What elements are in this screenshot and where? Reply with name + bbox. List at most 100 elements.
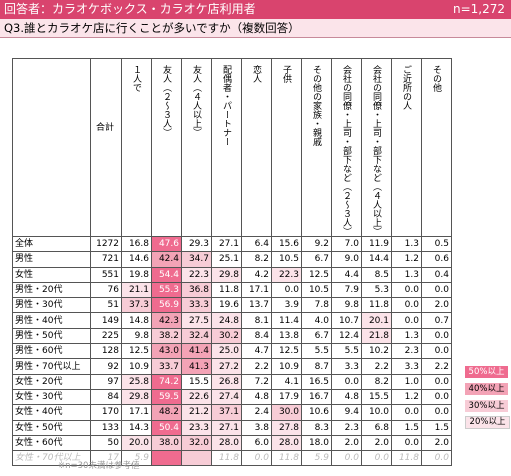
table-cell: 11.8: [211, 450, 242, 467]
table-cell: 3.8: [241, 419, 272, 436]
table-cell: 8.2: [361, 373, 392, 390]
table-cell: 149: [90, 312, 122, 329]
table-cell: 25.8: [121, 373, 152, 390]
table-cell: 22.6: [181, 388, 212, 406]
table-cell: 38.0: [151, 434, 182, 452]
table-cell: 15.5: [181, 373, 212, 390]
table-cell: 29.3: [181, 235, 212, 253]
row-label: 男性・50代: [12, 327, 91, 345]
table-cell: 30.0: [271, 404, 302, 421]
table-cell: 5.5: [301, 343, 332, 360]
table-cell: 0.0: [421, 373, 452, 390]
column-header: 会社の同僚・上司・部下など（２〜３人）: [331, 58, 362, 237]
table-cell: 22.3: [181, 266, 212, 283]
table-cell: 12.4: [331, 327, 362, 345]
table-cell: 5.9: [301, 450, 332, 467]
table-cell: 3.9: [271, 297, 302, 314]
column-header-label: その他: [431, 65, 441, 92]
table-row: 男性・20代 76 21.1 55.3 36.8 11.8 17.1 0.0 10.5 7.9 5.…: [12, 281, 452, 299]
table-cell: 128: [90, 343, 122, 360]
row-label: 男性・70代以上: [12, 358, 91, 375]
table-row: 女性・40代 170 17.1 48.2 21.2 37.1 2.4 30.0 10.6 9.4 1…: [12, 404, 452, 421]
table-cell: 14.4: [361, 251, 392, 268]
table-cell: 11.8: [271, 450, 302, 467]
table-cell: 0.6: [421, 251, 452, 268]
table-cell: 23.3: [181, 419, 212, 436]
row-label: 全体: [12, 235, 91, 253]
table-cell: 7.2: [241, 373, 272, 390]
table-row: 女性 551 19.8 54.4 22.3 29.8 4.2 22.3 12.5 4.4 8.5 1.…: [12, 266, 452, 283]
row-label: 女性: [12, 266, 91, 283]
table-cell: 1.0: [391, 373, 422, 390]
column-header: 会社の同僚・上司・部下など（４人以上）: [361, 58, 392, 237]
table-row: 女性・60代 50 20.0 38.0 32.0 28.0 6.0 28.0 18.0 2.0 2.…: [12, 434, 452, 452]
table-cell: 0.0: [421, 450, 452, 467]
table-cell: 0.0: [241, 450, 272, 467]
table-cell: 2.0: [361, 434, 392, 452]
table-cell: 0.0: [421, 343, 452, 360]
table-cell: 92: [90, 358, 122, 375]
legend-20: 20%以上: [465, 416, 510, 429]
table-cell: 4.1: [271, 373, 302, 390]
row-label: 男性: [12, 251, 91, 268]
table-cell: 17.1: [121, 404, 152, 421]
column-header-label: 配偶者・パートナー: [221, 65, 231, 146]
table-cell: 1272: [90, 235, 122, 253]
table-cell: 38.2: [151, 327, 182, 345]
table-cell: 0.0: [421, 404, 452, 421]
table-row: 男性・50代 225 9.8 38.2 32.4 30.2 8.4 13.8 6.7 12.4 21…: [12, 327, 452, 345]
table-cell: 22.3: [271, 266, 302, 283]
table-cell: 26.8: [211, 373, 242, 390]
corner-cell: [12, 58, 91, 237]
column-header-label: 会社の同僚・上司・部下など（４人以上）: [371, 65, 381, 236]
legend-50: 50%以上: [465, 366, 508, 378]
table-cell: 74.2: [151, 373, 182, 390]
table-cell: 84: [90, 388, 122, 406]
table-cell: 4.2: [241, 266, 272, 283]
table-cell: 10.5: [271, 251, 302, 268]
column-header: 友人（２〜３人）: [151, 58, 182, 237]
table-cell: 551: [90, 266, 122, 283]
table-cell: 42.3: [151, 312, 182, 329]
table-row: 男性・40代 149 14.8 42.3 27.5 24.8 8.1 11.4 4.0 10.7 2…: [12, 312, 452, 329]
table-cell: 48.2: [151, 404, 182, 421]
table-cell: 8.4: [241, 327, 272, 345]
table-cell: 13.8: [271, 327, 302, 345]
table-cell: 2.2: [361, 358, 392, 375]
table-row: 男性・60代 128 12.5 43.0 41.4 25.0 4.7 12.5 5.5 5.5 10…: [12, 343, 452, 360]
row-label: 男性・30代: [12, 297, 91, 314]
table-cell: 1.3: [391, 235, 422, 253]
table-cell: 20.0: [121, 434, 152, 452]
table-cell: 10.2: [361, 343, 392, 360]
table-cell: 225: [90, 327, 122, 345]
column-header: その他: [421, 58, 452, 237]
table-cell: 9.0: [331, 251, 362, 268]
table-cell: 0.0: [391, 434, 422, 452]
header-bar: 回答者：カラオケボックス・カラオケ店利用者 n=1,272: [0, 0, 511, 19]
column-header: その他の家族・親戚: [301, 58, 332, 237]
column-header: 友人（４人以上）: [181, 58, 212, 237]
column-header: １人で: [121, 58, 152, 237]
table-header-row: 合計 １人で 友人（２〜３人） 友人（４人以上） 配偶者・パートナー 恋人 子供 その他の家族…: [12, 58, 452, 237]
table-cell: 14.6: [121, 251, 152, 268]
table-cell: 0.4: [421, 266, 452, 283]
table-cell: 11.4: [271, 312, 302, 329]
table-cell: 0.0: [421, 327, 452, 345]
table-cell: 11.8: [391, 450, 422, 467]
column-header-label: 子供: [281, 65, 291, 83]
table-cell: 51: [90, 297, 122, 314]
table-cell: 9.8: [331, 297, 362, 314]
table-cell: 33.7: [151, 358, 182, 375]
table-cell: 37.3: [121, 297, 152, 314]
table-cell: 24.8: [211, 312, 242, 329]
table-cell: 28.0: [271, 434, 302, 452]
table-cell: 6.7: [301, 327, 332, 345]
legend-30: 30%以上: [465, 400, 508, 412]
table-cell: 2.2: [421, 358, 452, 375]
table-cell: 10.6: [301, 404, 332, 421]
table-row: 男性・70代以上 92 10.9 33.7 41.3 27.2 2.2 10.9 8.7 3.3 2…: [12, 358, 452, 375]
table-cell: 50.4: [151, 419, 182, 436]
table-cell: 97: [90, 373, 122, 390]
table-cell: 14.8: [121, 312, 152, 329]
table-cell: 0.0: [391, 404, 422, 421]
